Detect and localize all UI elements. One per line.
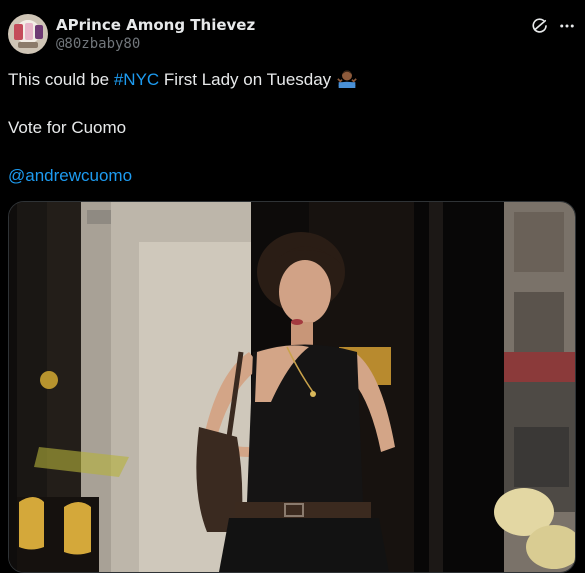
tweet-text: This could be #NYC First Lady on Tuesday… [8,68,568,188]
tweet-photo[interactable] [8,201,576,573]
tweet-text-suffix: First Lady on Tuesday [159,70,332,89]
photo-illustration [9,202,575,572]
tweet-line-1: This could be #NYC First Lady on Tuesday [8,68,568,92]
tweet-line-3: @andrewcuomo [8,164,568,188]
tweet-text-prefix: This could be [8,70,114,89]
person-shrugging-emoji [337,70,357,88]
tweet-line-2: Vote for Cuomo [8,118,127,137]
hashtag-link[interactable]: #NYC [114,70,159,89]
author-handle[interactable]: @80zbaby80 [56,36,140,52]
more-horizontal-icon[interactable] [557,17,577,35]
tweet-header: APrince Among Thievez @80zbaby80 [8,14,577,56]
mention-link[interactable]: @andrewcuomo [8,166,132,185]
grok-icon[interactable] [531,17,549,35]
author-display-name[interactable]: APrince Among Thievez [56,16,255,34]
author-avatar[interactable] [8,14,48,54]
